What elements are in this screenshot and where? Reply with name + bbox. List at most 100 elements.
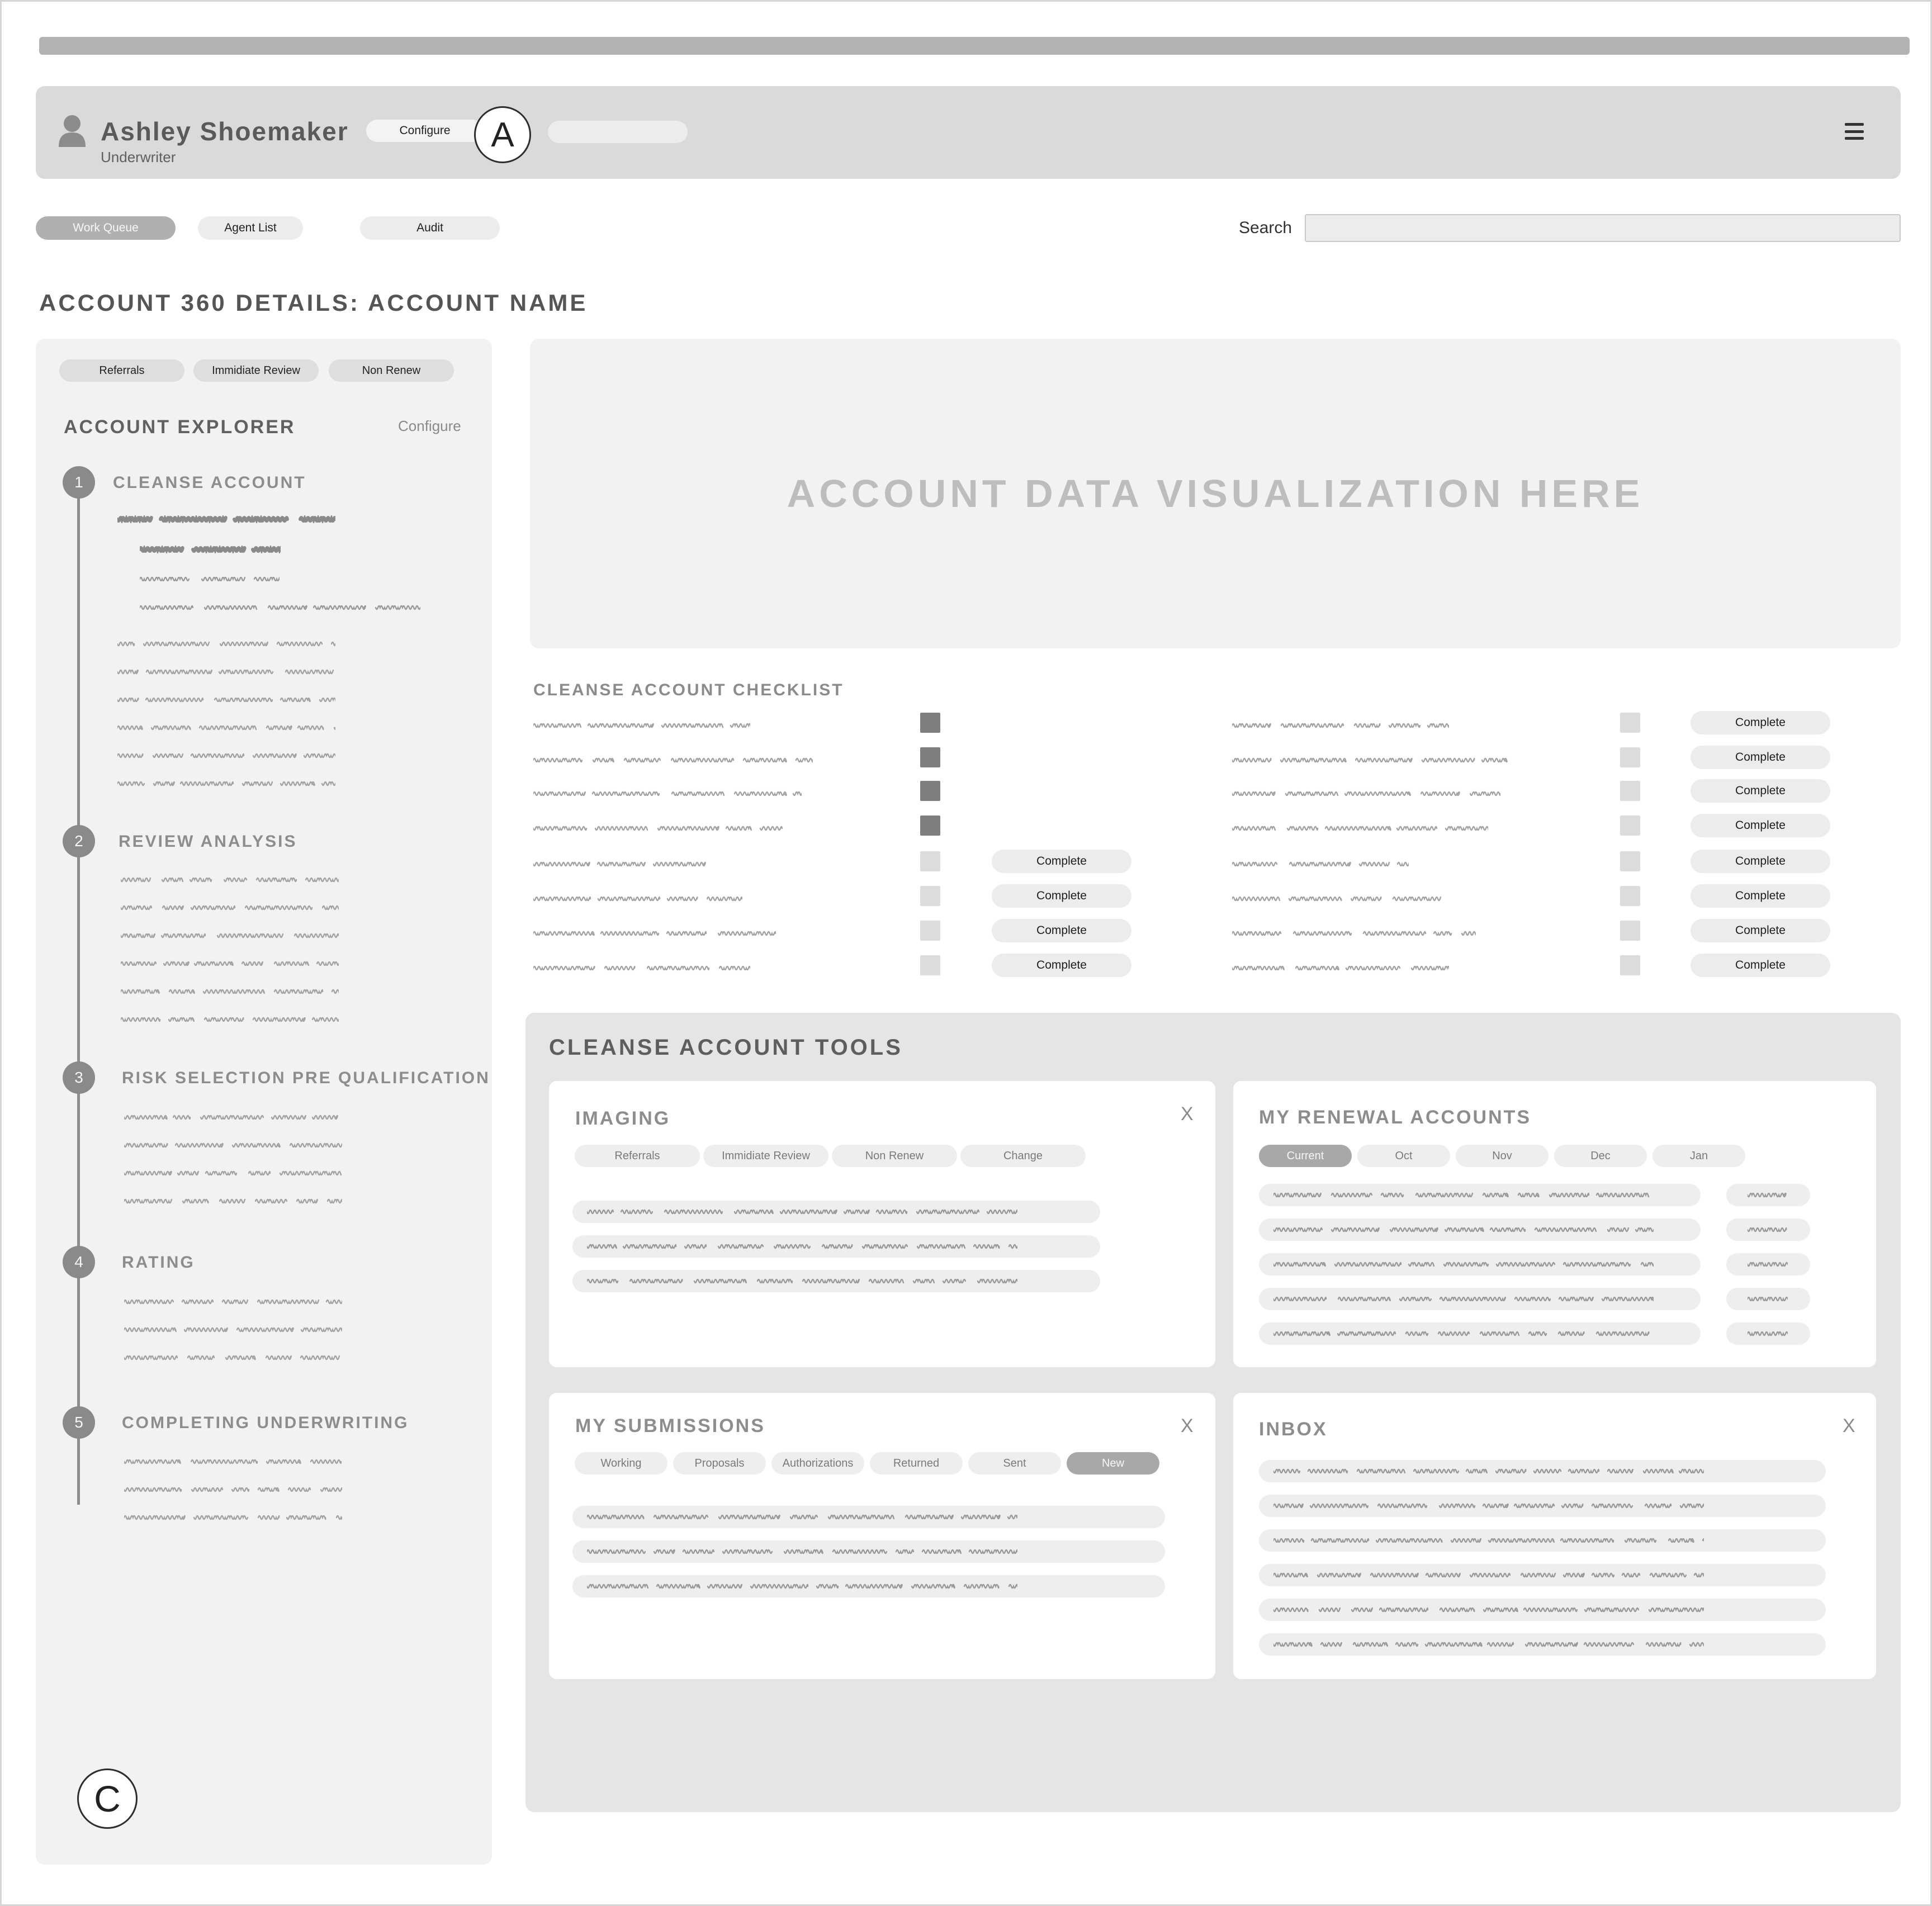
checklist-checkbox[interactable] — [1620, 747, 1640, 767]
inbox-close-icon[interactable]: X — [1843, 1415, 1855, 1437]
checklist-checkbox[interactable] — [920, 713, 940, 733]
submission-row-text — [587, 1582, 1017, 1590]
renewals-tab-current[interactable]: Current — [1259, 1145, 1352, 1167]
renewals-tab-oct[interactable]: Oct — [1357, 1145, 1450, 1167]
inbox-row-text — [1273, 1502, 1704, 1510]
submissions-tab-new[interactable]: New — [1067, 1452, 1159, 1474]
complete-button[interactable]: Complete — [1690, 746, 1830, 769]
complete-button[interactable]: Complete — [992, 954, 1131, 977]
sidebar-filter-immediate-review[interactable]: Immidiate Review — [193, 359, 319, 382]
step-title-review-analysis[interactable]: REVIEW ANALYSIS — [119, 832, 297, 851]
checklist-item-text — [1232, 722, 1449, 729]
step-1-list-item — [117, 780, 335, 788]
checklist-checkbox[interactable] — [1620, 955, 1640, 975]
checklist-checkbox[interactable] — [920, 747, 940, 767]
step-1-list-item — [117, 724, 335, 732]
sidebar-filter-non-renew[interactable]: Non Renew — [329, 359, 454, 382]
step-4-list-item — [124, 1326, 342, 1334]
checklist-item-text — [533, 860, 710, 868]
submissions-tab-working[interactable]: Working — [575, 1452, 667, 1474]
submission-row-text — [587, 1513, 1017, 1521]
checklist-item-text — [533, 964, 750, 972]
search-input[interactable] — [1305, 214, 1901, 242]
renewals-tab-dec[interactable]: Dec — [1554, 1145, 1647, 1167]
renewal-row-action-text — [1748, 1295, 1788, 1303]
complete-button[interactable]: Complete — [1690, 779, 1830, 803]
submission-row-text — [587, 1548, 1017, 1556]
imaging-tab-immidiate-review[interactable]: Immidiate Review — [703, 1145, 828, 1167]
complete-button[interactable]: Complete — [992, 919, 1131, 942]
step-number-3: 3 — [63, 1061, 95, 1094]
complete-button[interactable]: Complete — [992, 850, 1131, 873]
nav-work-queue[interactable]: Work Queue — [36, 216, 176, 240]
checklist-checkbox[interactable] — [920, 815, 940, 836]
step-5-list-item — [124, 1458, 342, 1466]
header-placeholder-field[interactable] — [548, 121, 688, 143]
renewal-row-action-text — [1748, 1330, 1788, 1338]
imaging-tab-change[interactable]: Change — [960, 1145, 1086, 1167]
renewals-tab-jan[interactable]: Jan — [1652, 1145, 1745, 1167]
tools-title: CLEANSE ACCOUNT TOOLS — [549, 1035, 903, 1060]
checklist-checkbox[interactable] — [1620, 851, 1640, 871]
step-2-list-item — [121, 904, 339, 912]
step-number-2: 2 — [63, 825, 95, 857]
complete-button[interactable]: Complete — [1690, 884, 1830, 908]
step-title-completing-underwriting[interactable]: COMPLETING UNDERWRITING — [122, 1414, 409, 1433]
imaging-tab-referrals[interactable]: Referrals — [575, 1145, 700, 1167]
step-1-detail-text — [140, 604, 420, 611]
inbox-title: INBOX — [1259, 1419, 1328, 1440]
step-1-list-item — [117, 668, 335, 676]
checklist-checkbox[interactable] — [920, 781, 940, 801]
checklist-checkbox[interactable] — [920, 886, 940, 906]
user-name: Ashley Shoemaker — [101, 117, 349, 146]
checklist-item-text — [1232, 895, 1449, 903]
submissions-tab-returned[interactable]: Returned — [870, 1452, 963, 1474]
step-1-list-item — [117, 696, 335, 704]
annotation-marker-c: C — [77, 1768, 138, 1829]
step-1-list-item — [117, 752, 335, 760]
checklist-item-text — [1232, 860, 1409, 868]
step-4-list-item — [124, 1298, 342, 1306]
checklist-checkbox[interactable] — [920, 955, 940, 975]
submissions-tab-authorizations[interactable]: Authorizations — [771, 1452, 864, 1474]
step-title-cleanse-account[interactable]: CLEANSE ACCOUNT — [113, 473, 306, 492]
step-title-rating[interactable]: RATING — [122, 1253, 195, 1272]
complete-button[interactable]: Complete — [1690, 814, 1830, 837]
checklist-item-text — [533, 790, 802, 798]
submissions-close-icon[interactable]: X — [1181, 1415, 1194, 1437]
renewal-row-text — [1273, 1260, 1654, 1268]
nav-agent-list[interactable]: Agent List — [198, 216, 303, 240]
nav-audit[interactable]: Audit — [360, 216, 500, 240]
imaging-title: IMAGING — [575, 1108, 671, 1129]
imaging-tab-non-renew[interactable]: Non Renew — [832, 1145, 957, 1167]
step-title-risk-selection[interactable]: RISK SELECTION PRE QUALIFICATION — [122, 1069, 490, 1088]
hamburger-icon[interactable] — [1845, 123, 1864, 140]
step-4-list-item — [124, 1354, 342, 1362]
renewals-tab-nov[interactable]: Nov — [1456, 1145, 1549, 1167]
sidebar-filter-referrals[interactable]: Referrals — [59, 359, 184, 382]
complete-button[interactable]: Complete — [1690, 954, 1830, 977]
checklist-checkbox[interactable] — [920, 921, 940, 941]
checklist-checkbox[interactable] — [1620, 921, 1640, 941]
imaging-row-text — [587, 1208, 1017, 1216]
header-configure-button[interactable]: Configure — [366, 120, 484, 142]
submissions-tab-proposals[interactable]: Proposals — [673, 1452, 766, 1474]
complete-button[interactable]: Complete — [992, 884, 1131, 908]
submissions-tab-sent[interactable]: Sent — [968, 1452, 1061, 1474]
complete-button[interactable]: Complete — [1690, 919, 1830, 942]
renewal-row-text — [1273, 1226, 1654, 1234]
complete-button[interactable]: Complete — [1690, 850, 1830, 873]
imaging-close-icon[interactable]: X — [1181, 1103, 1194, 1125]
explorer-configure-link[interactable]: Configure — [398, 418, 461, 435]
page-title: ACCOUNT 360 DETAILS: ACCOUNT NAME — [39, 290, 588, 316]
checklist-checkbox[interactable] — [920, 851, 940, 871]
checklist-checkbox[interactable] — [1620, 713, 1640, 733]
step-5-list-item — [124, 1514, 342, 1521]
checklist-checkbox[interactable] — [1620, 815, 1640, 836]
checklist-checkbox[interactable] — [1620, 886, 1640, 906]
inbox-row-text — [1273, 1606, 1704, 1614]
checklist-item-text — [533, 722, 750, 729]
complete-button[interactable]: Complete — [1690, 711, 1830, 734]
checklist-checkbox[interactable] — [1620, 781, 1640, 801]
step-1-heading-text — [117, 515, 335, 523]
